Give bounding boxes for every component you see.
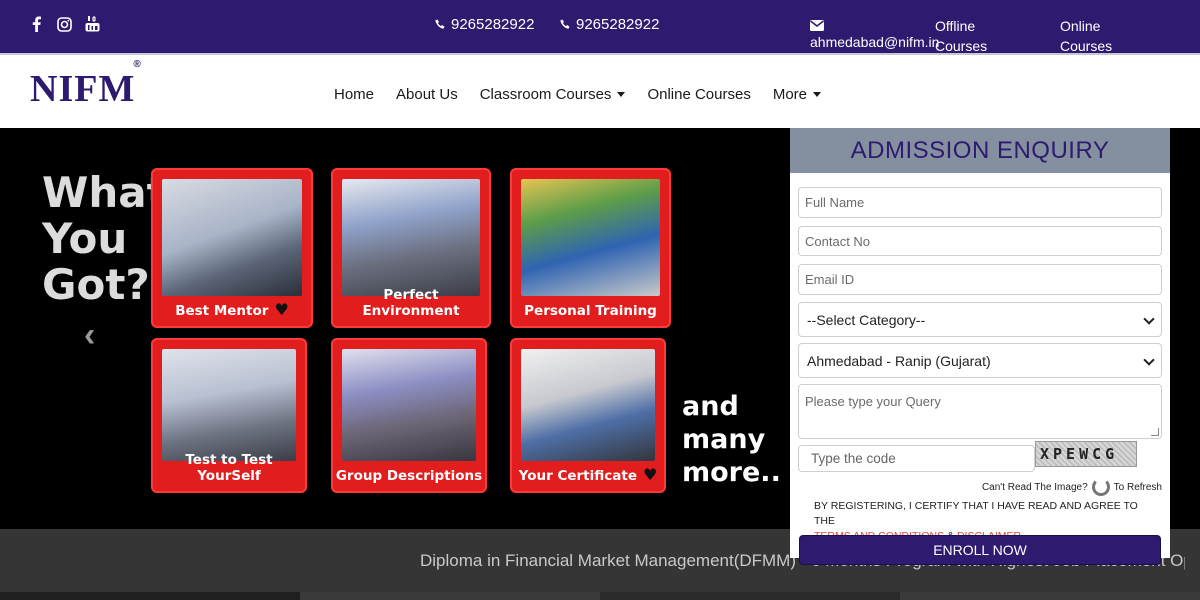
caption-text: Best Mentor: [175, 303, 269, 319]
tile-caption: Group Descriptions: [333, 468, 485, 484]
feature-tile-perfect-environment: Perfect Environment: [331, 168, 491, 328]
category-selected-value: --Select Category--: [807, 311, 926, 328]
tile-photo: [162, 179, 302, 296]
headline-line: You: [42, 214, 128, 263]
tail-line: and: [682, 391, 739, 422]
contact-number-input[interactable]: Contact No: [798, 226, 1162, 256]
caption-text: Your Certificate: [518, 468, 637, 484]
headline-line: Got?: [42, 260, 150, 309]
enroll-now-button[interactable]: ENROLL NOW: [799, 535, 1161, 565]
nav-label: More: [772, 86, 808, 103]
caption-text: Perfect Environment: [362, 287, 460, 319]
captcha-refresh: Can't Read The Image? To Refresh: [982, 478, 1162, 496]
category-select[interactable]: --Select Category--: [798, 302, 1162, 337]
email-contact[interactable]: ahmedabad@nifm.in: [810, 16, 940, 52]
captcha-row: Type the code XPEWCG: [798, 441, 1162, 472]
nav-label: Classroom Courses: [479, 86, 612, 103]
heart-icon: ♥: [274, 300, 289, 319]
strip: [0, 592, 300, 600]
query-textarea[interactable]: Please type your Query: [798, 384, 1162, 439]
tile-photo: [342, 349, 476, 461]
strip: [600, 592, 900, 600]
instagram-icon[interactable]: [56, 15, 72, 33]
phone-number-1: 9265282922: [451, 16, 535, 33]
chevron-down-icon: [1143, 314, 1155, 326]
social-links: [28, 15, 100, 33]
strip: [900, 592, 1200, 600]
email-input[interactable]: Email ID: [798, 264, 1162, 295]
caption-text: Group Descriptions: [335, 468, 483, 484]
bottom-strips: [0, 592, 1200, 600]
offline-courses-link[interactable]: Offline Courses: [935, 16, 1005, 56]
strip: [300, 592, 600, 600]
phone-icon: [435, 19, 445, 29]
hero-tail-text: and many more..: [682, 390, 781, 489]
tile-photo: [521, 179, 660, 296]
envelope-icon: [810, 16, 940, 32]
online-courses-link[interactable]: Online Courses: [1060, 16, 1130, 56]
feature-tile-best-mentor: Best Mentor ♥: [151, 168, 313, 328]
nav-item-home[interactable]: Home: [334, 86, 374, 103]
feature-tile-test: Test to Test YourSelf: [151, 338, 307, 493]
certify-text: BY REGISTERING, I CERTIFY THAT I HAVE RE…: [814, 500, 1138, 527]
tile-photo: [521, 349, 655, 461]
headline-line: What: [42, 168, 167, 217]
branch-selected-value: Ahmedabad - Ranip (Gujarat): [807, 352, 991, 369]
chevron-down-icon: [1143, 355, 1155, 367]
captcha-code-input[interactable]: Type the code: [798, 445, 1035, 472]
feature-tile-your-certificate: Your Certificate ♥: [510, 338, 666, 493]
nav-item-classroom-courses[interactable]: Classroom Courses: [480, 86, 626, 103]
tile-caption: Best Mentor ♥: [153, 300, 311, 319]
feature-tile-personal-training: Personal Training: [510, 168, 671, 328]
nifm-logo[interactable]: NIFM®: [30, 59, 144, 111]
admission-enquiry-form: ADMISSION ENQUIRY Full Name Contact No E…: [790, 128, 1170, 565]
query-placeholder: Please type your Query: [805, 394, 941, 409]
nav-item-online-courses[interactable]: Online Courses: [647, 86, 750, 103]
tile-caption: Your Certificate ♥: [512, 465, 664, 484]
form-title: ADMISSION ENQUIRY: [790, 128, 1170, 173]
caption-text: Test to Test YourSelf: [185, 452, 273, 484]
slider-prev-chevron-icon[interactable]: ‹: [84, 318, 95, 352]
resize-handle-icon[interactable]: [1151, 428, 1159, 436]
feature-tile-group-descriptions: Group Descriptions: [331, 338, 487, 493]
tile-photo: [342, 179, 480, 296]
cant-read-text: Can't Read The Image?: [981, 481, 1088, 493]
branch-select[interactable]: Ahmedabad - Ranip (Gujarat): [798, 343, 1162, 378]
top-bar: 9265282922 9265282922 ahmedabad@nifm.in …: [0, 0, 1200, 55]
main-navbar: NIFM® Home About Us Classroom Courses On…: [0, 55, 1200, 128]
youtube-icon[interactable]: [84, 15, 100, 33]
nav-item-more[interactable]: More: [772, 86, 822, 103]
tail-line: more..: [682, 457, 781, 488]
phone-icon: [560, 19, 570, 29]
nav-label: About Us: [396, 86, 458, 103]
tail-line: many: [682, 424, 766, 455]
caret-down-icon: [813, 92, 822, 97]
registered-mark: ®: [133, 59, 142, 71]
tile-caption: Test to Test YourSelf: [153, 452, 305, 484]
hero-headline: What You Got?: [42, 170, 167, 308]
full-name-input[interactable]: Full Name: [798, 187, 1162, 218]
phone-number-2: 9265282922: [576, 16, 660, 33]
captcha-image: XPEWCG: [1035, 441, 1137, 467]
nav-label: Online Courses: [647, 86, 751, 103]
caret-down-icon: [617, 92, 626, 97]
phone-contact-2[interactable]: 9265282922: [560, 16, 659, 33]
facebook-icon[interactable]: [28, 15, 44, 33]
heart-icon: ♥: [642, 465, 658, 484]
tile-photo: [162, 349, 296, 461]
phone-contact-1[interactable]: 9265282922: [435, 16, 534, 33]
nav-menu: Home About Us Classroom Courses Online C…: [334, 86, 822, 103]
to-refresh-text: To Refresh: [1113, 481, 1162, 493]
nav-label: Home: [334, 86, 375, 103]
nav-item-about-us[interactable]: About Us: [396, 86, 458, 103]
email-address: ahmedabad@nifm.in: [810, 34, 940, 50]
refresh-icon[interactable]: [1091, 478, 1110, 496]
caption-text: Personal Training: [524, 303, 657, 319]
logo-text: NIFM: [30, 68, 136, 110]
tile-caption: Personal Training: [512, 303, 669, 319]
tile-caption: Perfect Environment: [333, 287, 489, 319]
